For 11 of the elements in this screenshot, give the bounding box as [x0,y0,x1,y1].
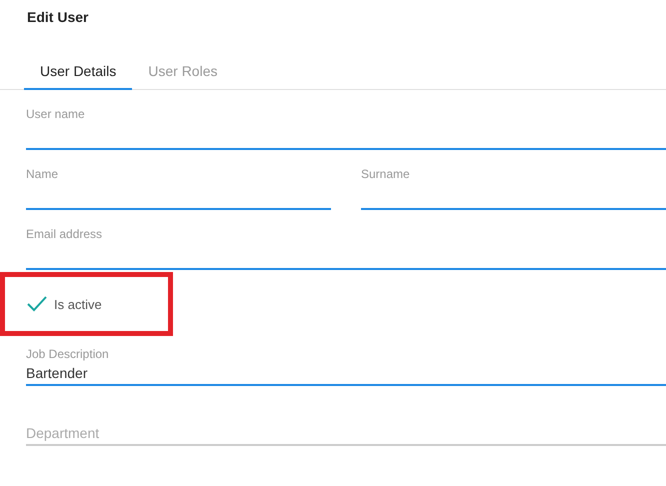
text-field[interactable]: Bartender [26,361,666,386]
field-label: Name [26,166,60,181]
checkbox-label: Is active [54,296,102,312]
field-label: User name [26,106,86,121]
checkmark-icon[interactable] [27,296,47,312]
field-label: Job Description [26,346,110,361]
dialog-title: Edit User [26,8,90,27]
field-label: Surname [361,166,411,181]
field-label: Email address [26,226,104,241]
tab[interactable]: User Details [24,58,132,90]
text-field[interactable]: Department [26,421,666,446]
